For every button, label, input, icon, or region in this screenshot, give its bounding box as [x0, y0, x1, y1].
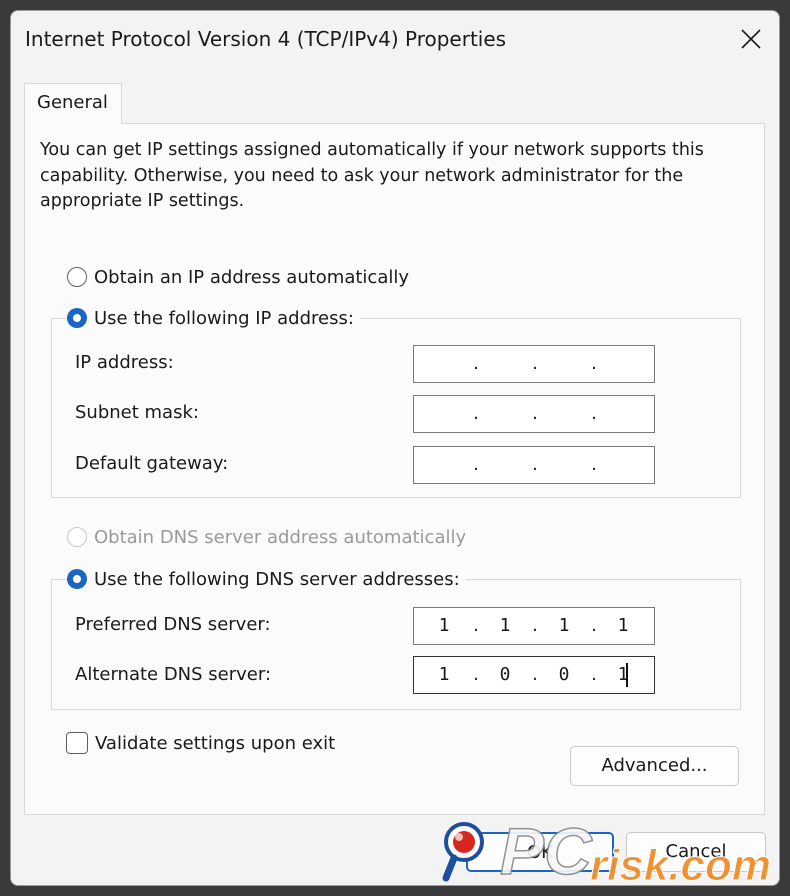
- close-button[interactable]: [731, 21, 771, 57]
- dot: .: [473, 403, 479, 424]
- dns-auto-radio: [67, 527, 87, 547]
- dns-manual-label: Use the following DNS server addresses:: [94, 568, 460, 590]
- text-caret: [626, 663, 628, 687]
- octet: 1: [558, 615, 570, 636]
- octet: 0: [558, 664, 570, 685]
- dot: .: [591, 664, 597, 685]
- alternate-dns-input[interactable]: 1 . 0 . 0 . 1: [413, 656, 655, 694]
- octet: 1: [617, 664, 629, 685]
- octet: 1: [438, 664, 450, 685]
- dns-manual-radio[interactable]: [67, 569, 87, 589]
- dot: .: [591, 403, 597, 424]
- dot: .: [473, 615, 479, 636]
- ip-auto-label: Obtain an IP address automatically: [94, 266, 410, 288]
- ip-manual-label: Use the following IP address:: [94, 307, 354, 329]
- dot: .: [532, 664, 538, 685]
- tab-general-label: General: [37, 92, 108, 113]
- dot: .: [532, 353, 538, 374]
- dot: .: [532, 454, 538, 475]
- magnifier-icon: [442, 822, 484, 882]
- watermark-pc: PC: [500, 814, 593, 888]
- octet: 1: [438, 615, 450, 636]
- ip-auto-option[interactable]: Obtain an IP address automatically: [67, 263, 409, 291]
- ip-auto-radio[interactable]: [67, 267, 87, 287]
- preferred-dns-input[interactable]: 1 . 1 . 1 . 1: [413, 607, 655, 645]
- subnet-mask-label: Subnet mask:: [75, 402, 199, 423]
- dns-auto-option: Obtain DNS server address automatically: [67, 523, 466, 551]
- title-bar: Internet Protocol Version 4 (TCP/IPv4) P…: [11, 11, 779, 69]
- octet: 1: [499, 615, 511, 636]
- validate-checkbox[interactable]: [66, 732, 88, 754]
- dot: .: [473, 454, 479, 475]
- close-icon: [741, 29, 761, 49]
- default-gateway-input[interactable]: . . .: [413, 446, 655, 484]
- dot: .: [591, 454, 597, 475]
- octet: 0: [499, 664, 511, 685]
- watermark-risk: risk.com: [590, 841, 771, 890]
- dot: .: [473, 664, 479, 685]
- pcrisk-watermark: PC risk.com: [442, 814, 771, 891]
- dns-auto-label: Obtain DNS server address automatically: [94, 526, 467, 548]
- dot: .: [473, 353, 479, 374]
- ip-address-label: IP address:: [75, 352, 174, 373]
- alternate-dns-label: Alternate DNS server:: [75, 664, 272, 685]
- default-gateway-label: Default gateway:: [75, 453, 229, 474]
- preferred-dns-label: Preferred DNS server:: [75, 614, 271, 635]
- dns-manual-option[interactable]: Use the following DNS server addresses:: [67, 565, 466, 593]
- advanced-button[interactable]: Advanced...: [570, 746, 739, 786]
- validate-option[interactable]: Validate settings upon exit: [66, 732, 335, 754]
- window-title: Internet Protocol Version 4 (TCP/IPv4) P…: [25, 27, 507, 51]
- ip-address-input[interactable]: . . .: [413, 345, 655, 383]
- dot: .: [532, 615, 538, 636]
- octet: 1: [617, 615, 629, 636]
- ip-manual-radio[interactable]: [67, 308, 87, 328]
- dot: .: [591, 353, 597, 374]
- subnet-mask-input[interactable]: . . .: [413, 395, 655, 433]
- ip-manual-option[interactable]: Use the following IP address:: [67, 304, 360, 332]
- tab-general[interactable]: General: [24, 83, 122, 124]
- dot: .: [532, 403, 538, 424]
- description-text: You can get IP settings assigned automat…: [40, 140, 704, 211]
- dot: .: [591, 615, 597, 636]
- validate-label: Validate settings upon exit: [95, 732, 336, 754]
